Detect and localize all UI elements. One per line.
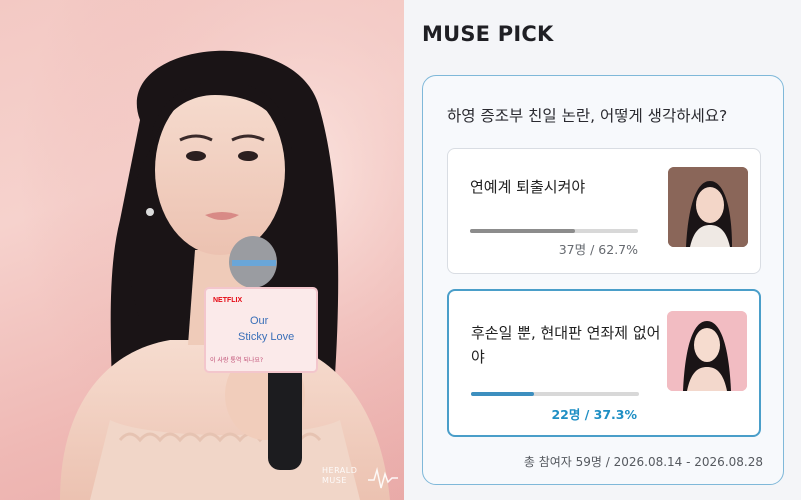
herald-muse-watermark: HERALD MUSE bbox=[322, 466, 400, 496]
option-progress-fill bbox=[470, 229, 576, 233]
option-label: 연예계 퇴출시켜야 bbox=[470, 178, 586, 196]
sign-brand: NETFLIX bbox=[213, 297, 242, 304]
article-photo: NETFLIX Our Sticky Love 이 사랑 통역 되나요? HER… bbox=[0, 0, 404, 500]
sign-title-line2: Sticky Love bbox=[238, 331, 294, 343]
portrait-thumbnail-icon bbox=[667, 311, 747, 391]
option-result: 37명 / 62.7% bbox=[558, 242, 638, 257]
brand-title: MUSE PICK bbox=[422, 22, 554, 46]
option-label: 후손일 뿐, 현대판 연좌제 없어야 bbox=[471, 324, 661, 366]
poll-option-1[interactable]: 연예계 퇴출시켜야 37명 / 62.7% bbox=[447, 148, 761, 274]
option-progress-track bbox=[471, 392, 639, 396]
option-progress-track bbox=[470, 229, 638, 233]
option-thumbnail bbox=[667, 311, 747, 391]
poll-question: 하영 증조부 친일 논란, 어떻게 생각하세요? bbox=[447, 107, 728, 125]
option-progress-fill bbox=[471, 392, 534, 396]
poll-option-2[interactable]: 후손일 뿐, 현대판 연좌제 없어야 22명 / 37.3% bbox=[447, 289, 761, 437]
option-thumbnail bbox=[668, 167, 748, 247]
poll-footer: 총 참여자 59명 / 2026.08.14 - 2026.08.28 bbox=[523, 455, 763, 469]
portrait-thumbnail-icon bbox=[668, 167, 748, 247]
poll-card: 하영 증조부 친일 논란, 어떻게 생각하세요? 연예계 퇴출시켜야 37명 /… bbox=[422, 75, 784, 485]
sign-title-line1: Our bbox=[250, 315, 269, 327]
option-result: 22명 / 37.3% bbox=[551, 407, 637, 422]
poll-panel: MUSE PICK 하영 증조부 친일 논란, 어떻게 생각하세요? 연예계 퇴… bbox=[404, 0, 801, 500]
woman-with-microphone-illustration: NETFLIX Our Sticky Love 이 사랑 통역 되나요? bbox=[0, 0, 404, 500]
wave-logo-icon bbox=[368, 467, 398, 489]
sign-korean-title: 이 사랑 통역 되나요? bbox=[210, 356, 263, 364]
